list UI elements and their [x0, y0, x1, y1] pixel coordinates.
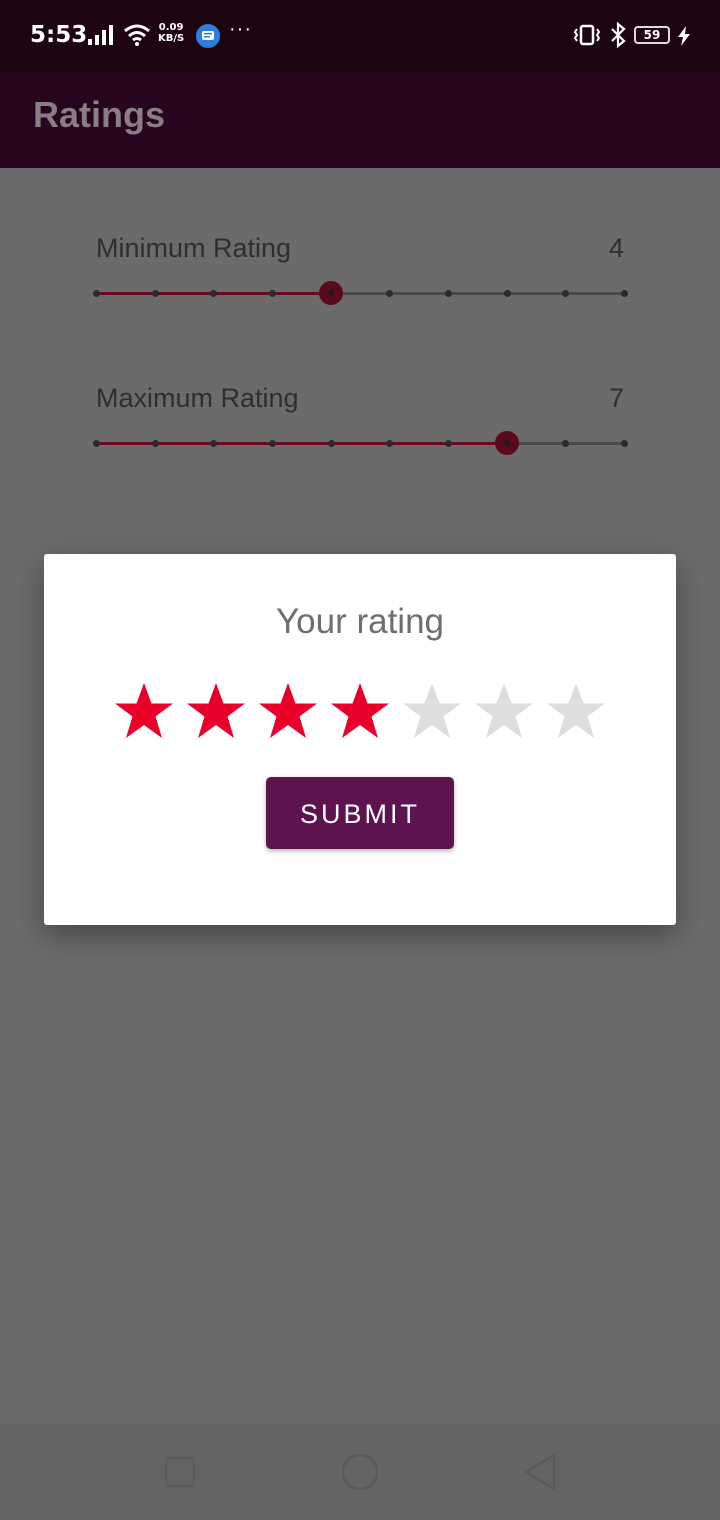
star-filled-icon[interactable] [184, 680, 248, 744]
slider-value: 4 [608, 233, 624, 263]
slider-tick [386, 290, 394, 297]
triangle-back-icon[interactable] [522, 1452, 558, 1492]
star-empty-icon[interactable] [544, 680, 608, 744]
page-title: Ratings [33, 94, 166, 135]
circle-icon[interactable] [340, 1452, 380, 1492]
slider-tick [327, 440, 335, 447]
slider-tick [386, 440, 394, 447]
star-empty-icon[interactable] [400, 680, 464, 744]
wifi-icon [124, 24, 150, 46]
star-empty-icon[interactable] [472, 680, 536, 744]
status-time: 5:53 [30, 22, 88, 48]
slider-tick [269, 440, 276, 447]
slider-tick [93, 440, 100, 447]
slider-tick [210, 440, 218, 447]
navigation-bar [0, 1424, 720, 1520]
star-filled-icon[interactable] [112, 680, 176, 744]
status-bar: 5:53 0.09 KB/S ··· 59 [0, 0, 720, 72]
bluetooth-icon [611, 22, 626, 48]
square-icon[interactable] [164, 1456, 196, 1488]
slider-track[interactable] [93, 281, 628, 305]
submit-button[interactable]: SUBMIT [266, 777, 454, 849]
slider-tick [621, 440, 628, 447]
battery-icon: 59 [634, 26, 670, 44]
cellular-signal-icon [88, 25, 113, 45]
rating-dialog: Your rating SUBMIT [44, 554, 676, 925]
slider-tick [151, 440, 159, 447]
slider-tick [445, 290, 452, 297]
slider-tick [562, 440, 570, 447]
slider-tick [151, 290, 159, 297]
app-bar: Ratings [0, 72, 720, 168]
slider-label: Maximum Rating [96, 383, 299, 413]
star-filled-icon[interactable] [328, 680, 392, 744]
more-notifications-icon: ··· [229, 18, 252, 40]
slider-tick [562, 290, 570, 297]
network-speed: 0.09 KB/S [158, 22, 184, 44]
network-speed-unit: KB/S [158, 33, 185, 44]
star-filled-icon[interactable] [256, 680, 320, 744]
slider-thumb[interactable] [318, 281, 343, 305]
slider-label: Minimum Rating [96, 233, 292, 263]
dialog-title: Your rating [276, 602, 444, 641]
slider-tick [210, 290, 218, 297]
messages-icon [196, 24, 220, 48]
charging-icon [678, 26, 690, 46]
vibrate-icon [573, 24, 601, 46]
slider-tick [445, 440, 452, 447]
slider-tick [93, 290, 100, 297]
slider-value: 7 [608, 383, 624, 413]
slider-thumb[interactable] [494, 431, 519, 455]
slider-tick [503, 290, 511, 297]
network-speed-value: 0.09 [158, 22, 184, 33]
slider-track[interactable] [93, 431, 628, 455]
slider-tick [269, 290, 276, 297]
slider-tick [621, 290, 628, 297]
